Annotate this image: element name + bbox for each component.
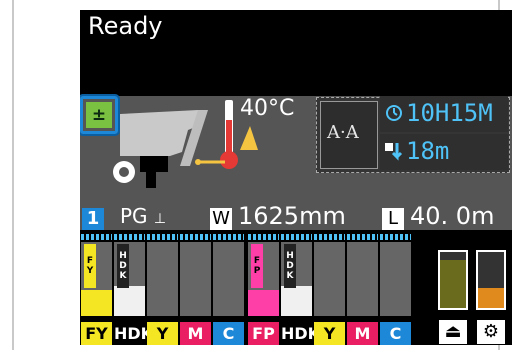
waste-level-bar — [438, 250, 468, 310]
ink-chip-label: FY — [84, 244, 96, 288]
ink-level-bar — [347, 242, 378, 316]
ink-cartridge-6: FP FP — [248, 234, 279, 345]
ink-level-bar: FP — [248, 242, 279, 316]
printer-lcd-screen: Ready ± 40°C A·A 10H15M 18m 1 PG ⊥ W 162… — [80, 10, 512, 345]
waste-level-bar — [476, 250, 506, 310]
ink-cartridge-4: M — [180, 234, 211, 345]
ink-status-area: FY FY HDK HDK Y M C FP FP HDK HDK Y M C ⏏ ⚙ — [80, 232, 512, 345]
heater-temperature: 40°C — [240, 96, 295, 121]
ink-dots — [114, 234, 145, 240]
ink-color-name: Y — [314, 322, 345, 345]
ink-color-name: FP — [248, 322, 279, 345]
maintenance-icon: ⚙ — [477, 320, 505, 344]
ink-dots — [380, 234, 411, 240]
media-remaining-icon — [385, 143, 403, 161]
media-width-value: 1625mm — [238, 202, 346, 230]
ink-chip-label: HDK — [117, 244, 129, 288]
ink-level-fill — [81, 290, 112, 316]
ink-level-fill — [114, 286, 145, 316]
timer-value: 10H15M — [406, 99, 493, 127]
ink-cartridge-2: HDK HDK — [114, 234, 153, 345]
ink-color-name: M — [347, 322, 378, 345]
media-setting-number: 1 — [82, 208, 104, 230]
ink-cartridge-5: C — [213, 234, 244, 345]
info-panel: ± 40°C A·A 10H15M 18m 1 PG ⊥ W 1625mm L … — [80, 94, 512, 230]
ink-cartridge-10: C — [380, 234, 411, 345]
eco-mode-symbol: ± — [86, 102, 112, 128]
ink-level-bar — [314, 242, 345, 316]
ink-color-name: M — [180, 322, 211, 345]
ink-cartridge-3: Y — [147, 234, 178, 345]
ink-cartridge-7: HDK HDK — [281, 234, 320, 345]
ink-color-name: FY — [81, 322, 112, 345]
ink-dots — [347, 234, 378, 240]
media-width-badge: W — [210, 208, 232, 230]
print-mode-icon[interactable]: A·A — [320, 101, 378, 169]
ink-chip-label: HDK — [284, 244, 296, 288]
waste-level-fill — [478, 288, 504, 308]
ink-level-bar: FY — [81, 242, 112, 316]
ink-color-name: HDK — [114, 322, 153, 345]
frame-left-border — [12, 0, 14, 350]
ink-color-name: C — [213, 322, 244, 345]
media-remaining-value: 18m — [406, 137, 450, 165]
platen-gap-icon: ⊥ — [153, 211, 167, 227]
ink-level-fill — [281, 286, 312, 316]
ink-cartridge-1: FY FY — [81, 234, 112, 345]
timer-icon — [386, 105, 402, 121]
ink-dots — [180, 234, 211, 240]
ink-level-bar: HDK — [114, 242, 145, 316]
ink-cartridge-9: M — [347, 234, 378, 345]
ink-dots — [81, 234, 112, 240]
ink-dots — [314, 234, 345, 240]
ink-level-bar — [213, 242, 244, 316]
ink-dots — [147, 234, 178, 240]
maintenance-box: ⚙ — [473, 234, 509, 344]
print-mode-glyph: A·A — [327, 122, 359, 143]
ink-dots — [281, 234, 312, 240]
media-length-badge: L — [382, 208, 404, 230]
ink-level-bar — [180, 242, 211, 316]
ink-color-name: HDK — [281, 322, 320, 345]
status-text: Ready — [88, 12, 163, 40]
ink-level-bar: HDK — [281, 242, 312, 316]
platen-gap-text: PG — [120, 204, 148, 228]
ink-level-fill — [248, 290, 279, 316]
media-remaining-row: 18m — [380, 134, 508, 170]
eco-mode-icon[interactable]: ± — [80, 94, 120, 136]
ink-color-name: C — [380, 322, 411, 345]
waste-ink-icon: ⏏ — [439, 320, 467, 344]
ink-level-bar — [380, 242, 411, 316]
waste-level-fill — [440, 260, 466, 308]
ink-color-name: Y — [147, 322, 178, 345]
ink-level-bar — [147, 242, 178, 316]
timer-row: 10H15M — [380, 96, 508, 132]
ink-cartridge-8: Y — [314, 234, 345, 345]
ink-dots — [248, 234, 279, 240]
media-length-value: 40. 0m — [410, 202, 495, 230]
ink-chip-label: FP — [251, 244, 263, 288]
waste-ink-bottle: ⏏ — [435, 234, 471, 344]
platen-gap-label: PG ⊥ — [120, 204, 166, 228]
ink-dots — [213, 234, 244, 240]
